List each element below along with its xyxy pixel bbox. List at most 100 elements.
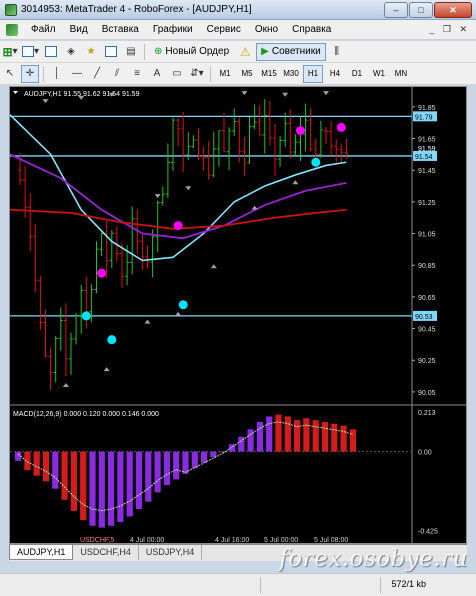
- new-chart-button[interactable]: ⊞ ▾: [1, 43, 19, 61]
- text-button[interactable]: A: [148, 65, 166, 83]
- label-icon: ▭: [172, 68, 182, 79]
- menu-view[interactable]: Вид: [63, 24, 95, 35]
- timeframe-w1[interactable]: W1: [369, 65, 389, 83]
- magenta-signal-dot: [173, 221, 183, 231]
- new-order-button[interactable]: ⊕ Новый Ордер: [149, 43, 234, 61]
- traffic-size: 572/1 kb: [391, 579, 426, 589]
- macd-histogram-bar: [256, 421, 263, 452]
- maximize-button[interactable]: □: [409, 1, 433, 18]
- metaeditor-button[interactable]: ⚠: [236, 43, 254, 61]
- level-price-label: 90.53: [415, 314, 433, 321]
- price-tick-label: 90.85: [418, 263, 436, 270]
- timeframe-m5[interactable]: M5: [237, 65, 257, 83]
- navigator-button[interactable]: ★: [82, 43, 100, 61]
- menu-help[interactable]: Справка: [285, 24, 338, 35]
- expert-advisors-button[interactable]: ▶ Советники: [256, 42, 326, 61]
- macd-histogram-bar: [228, 444, 236, 452]
- level-price-label: 91.79: [415, 114, 433, 121]
- profiles-icon: [22, 46, 34, 57]
- price-tick-label: 91.65: [418, 137, 436, 144]
- tab-usdjpy-h4[interactable]: USDJPY,H4: [139, 545, 203, 560]
- timeframe-d1[interactable]: D1: [347, 65, 367, 83]
- fibonacci-button[interactable]: ≡: [128, 65, 146, 83]
- data-window-button[interactable]: ◈: [62, 43, 80, 61]
- terminal-icon: [105, 46, 118, 57]
- macd-histogram-bar: [266, 416, 273, 452]
- macd-histogram-bar: [331, 423, 338, 452]
- price-tick-label: 91.45: [418, 168, 436, 175]
- macd-histogram-bar: [163, 451, 170, 485]
- timeframe-h4[interactable]: H4: [325, 65, 345, 83]
- signal-arrow: [62, 382, 69, 387]
- arrows-button[interactable]: ⇵ ▾: [188, 65, 206, 83]
- macd-histogram-bar: [108, 451, 115, 526]
- advisors-label: Советники: [271, 46, 321, 57]
- tab-audjpy-h1[interactable]: AUDJPY,H1: [9, 545, 74, 560]
- cyan-signal-dot: [81, 311, 91, 321]
- market-watch-button[interactable]: [42, 43, 60, 61]
- macd-histogram-bar: [303, 418, 310, 452]
- signal-arrow: [42, 99, 49, 104]
- channel-button[interactable]: ⫽: [108, 65, 126, 83]
- menu-window[interactable]: Окно: [248, 24, 285, 35]
- text-icon: A: [153, 68, 161, 79]
- timeframe-m1[interactable]: M1: [215, 65, 235, 83]
- timeframe-h1[interactable]: H1: [303, 64, 323, 83]
- macd-histogram-bar: [89, 451, 96, 526]
- signal-arrow: [103, 367, 110, 372]
- chart-window-icon[interactable]: [6, 23, 18, 36]
- toolbar-separator: [43, 65, 44, 82]
- toolbar-separator: [210, 65, 211, 82]
- vertical-line-button[interactable]: │: [48, 65, 66, 83]
- close-button[interactable]: ✕: [434, 1, 472, 18]
- chart-window[interactable]: AUDJPY,H1 91.55 91.62 91.54 91.59 91.85 91…: [9, 86, 467, 544]
- timeframe-m30[interactable]: M30: [281, 65, 301, 83]
- macd-histogram-bar: [182, 451, 189, 474]
- chart-menu-arrow-icon: [13, 91, 18, 94]
- cyan-signal-dot: [107, 335, 117, 345]
- menu-tools[interactable]: Сервис: [200, 24, 248, 35]
- menu-insert[interactable]: Вставка: [95, 24, 146, 35]
- cursor-button[interactable]: ↖: [1, 65, 19, 83]
- tab-usdchf-h4[interactable]: USDCHF,H4: [73, 545, 139, 560]
- tester-button[interactable]: ▤: [122, 43, 140, 61]
- mdi-window-controls[interactable]: _ ❐ ✕: [429, 24, 470, 35]
- tester-icon: ▤: [126, 46, 136, 57]
- trendline-button[interactable]: ╱: [88, 65, 106, 83]
- window-title: 3014953: MetaTrader 4 - RoboForex - [AUD…: [21, 4, 252, 15]
- macd-histogram-bar: [154, 451, 161, 493]
- signal-arrow: [154, 194, 161, 199]
- timeframe-m15[interactable]: M15: [259, 65, 279, 83]
- profiles-button[interactable]: ▾: [21, 43, 40, 61]
- navigator-icon: ★: [86, 46, 96, 57]
- macd-histogram-bar: [275, 414, 282, 452]
- chart-header: AUDJPY,H1 91.55 91.62 91.54 91.59: [24, 91, 140, 98]
- macd-histogram-bar: [294, 420, 301, 452]
- status-bar: 572/1 kb: [0, 573, 476, 596]
- signal-arrow: [251, 205, 258, 210]
- time-axis-label: 4 Jul 00:00: [130, 537, 164, 543]
- macd-histogram-bar: [210, 451, 217, 458]
- macd-histogram-bar: [61, 451, 68, 500]
- channel-icon: ⫽: [114, 68, 120, 79]
- menu-file[interactable]: Файл: [24, 24, 63, 35]
- terminal-button[interactable]: [102, 43, 120, 61]
- macd-histogram-bar: [191, 451, 198, 469]
- macd-histogram-bar: [126, 451, 133, 517]
- crosshair-button[interactable]: ✛: [21, 64, 39, 83]
- trendline-icon: ╱: [93, 68, 101, 79]
- time-axis-label: 5 Jul 00:00: [264, 537, 298, 543]
- minimize-button[interactable]: –: [384, 1, 408, 18]
- macd-histogram-bar: [70, 451, 77, 511]
- status-divider: [260, 577, 261, 593]
- horizontal-line-button[interactable]: —: [68, 65, 86, 83]
- new-chart-icon: ⊞: [2, 44, 13, 59]
- bar-chart-button[interactable]: ⫼: [328, 43, 346, 61]
- signal-arrow: [282, 92, 289, 97]
- menu-charts[interactable]: Графики: [146, 24, 200, 35]
- label-button[interactable]: ▭: [168, 65, 186, 83]
- price-chart[interactable]: AUDJPY,H1 91.55 91.62 91.54 91.59 91.85 91…: [10, 87, 466, 543]
- macd-histogram-bar: [321, 421, 329, 452]
- macd-histogram-bar: [24, 451, 31, 471]
- timeframe-mn[interactable]: MN: [391, 65, 411, 83]
